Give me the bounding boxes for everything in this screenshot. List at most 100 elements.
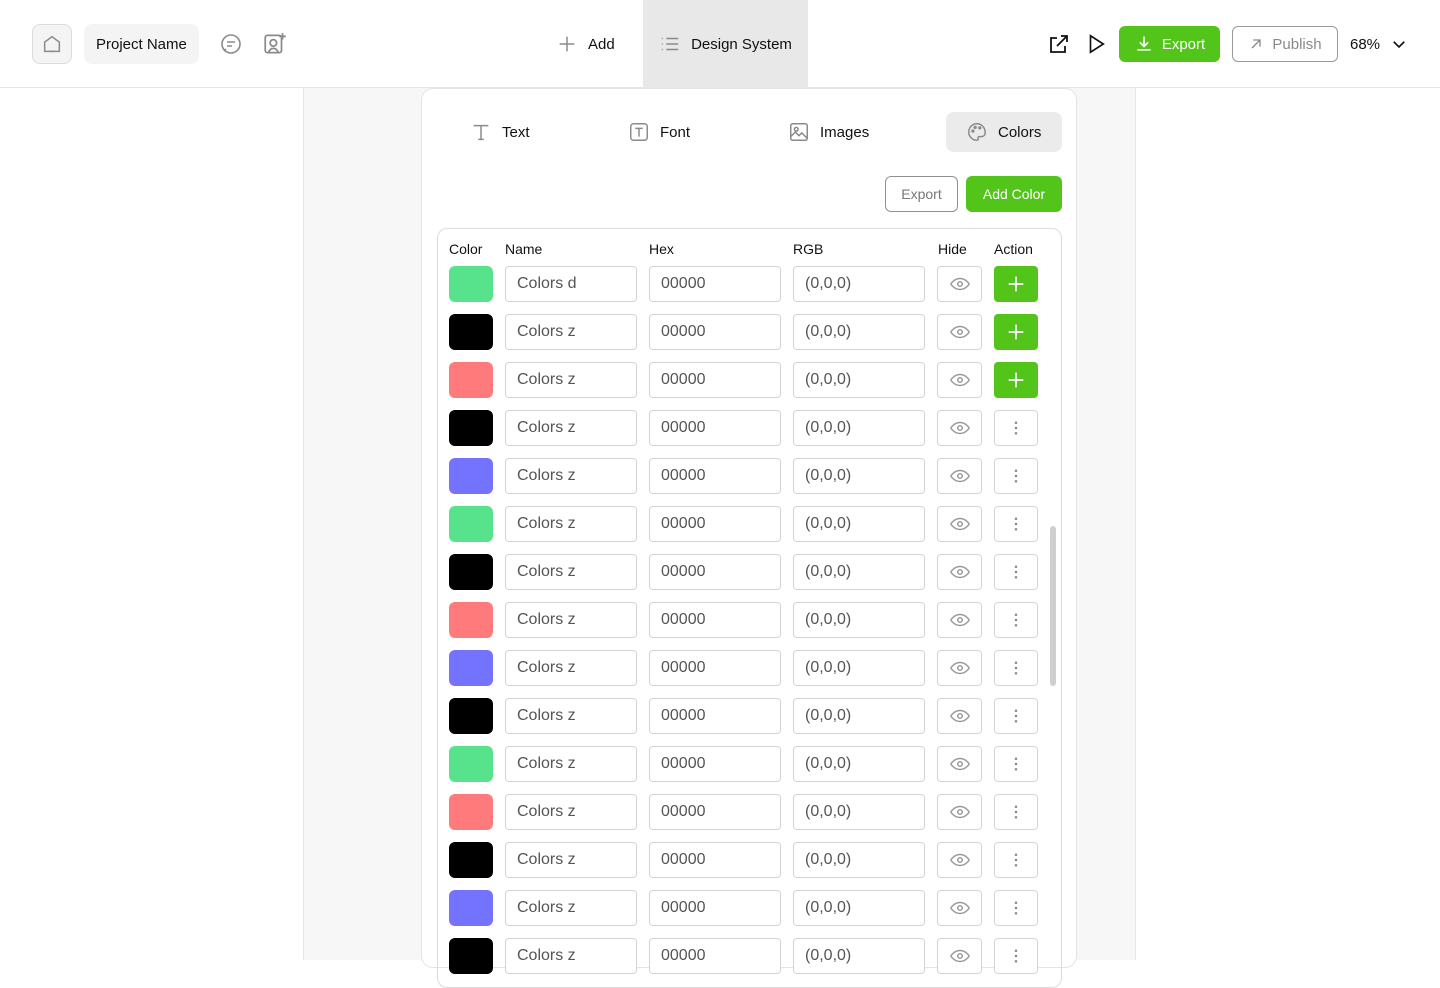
comment-button[interactable]: [217, 30, 245, 58]
rgb-field[interactable]: (0,0,0): [793, 890, 925, 926]
more-options-button[interactable]: [994, 842, 1038, 878]
hide-toggle-button[interactable]: [937, 794, 982, 830]
color-swatch[interactable]: [449, 314, 493, 350]
more-options-button[interactable]: [994, 746, 1038, 782]
project-name[interactable]: Project Name: [84, 24, 199, 64]
rgb-field[interactable]: (0,0,0): [793, 938, 925, 974]
hex-field[interactable]: 00000: [649, 362, 781, 398]
name-field[interactable]: Colors d: [505, 266, 637, 302]
hex-field[interactable]: 00000: [649, 458, 781, 494]
color-swatch[interactable]: [449, 650, 493, 686]
hide-toggle-button[interactable]: [937, 554, 982, 590]
design-system-tab[interactable]: Design System: [643, 0, 808, 88]
zoom-dropdown[interactable]: 68%: [1350, 30, 1408, 58]
name-field[interactable]: Colors z: [505, 938, 637, 974]
preview-button[interactable]: [1082, 30, 1110, 58]
rgb-field[interactable]: (0,0,0): [793, 650, 925, 686]
name-field[interactable]: Colors z: [505, 890, 637, 926]
color-swatch[interactable]: [449, 362, 493, 398]
color-swatch[interactable]: [449, 890, 493, 926]
hide-toggle-button[interactable]: [937, 314, 982, 350]
rgb-field[interactable]: (0,0,0): [793, 794, 925, 830]
tab-font[interactable]: Font: [628, 112, 738, 152]
tab-colors[interactable]: Colors: [946, 112, 1062, 152]
add-user-button[interactable]: [261, 30, 289, 58]
rgb-field[interactable]: (0,0,0): [793, 602, 925, 638]
open-external-button[interactable]: [1045, 30, 1073, 58]
add-row-button[interactable]: [994, 266, 1038, 302]
color-swatch[interactable]: [449, 698, 493, 734]
color-swatch[interactable]: [449, 602, 493, 638]
more-options-button[interactable]: [994, 410, 1038, 446]
rgb-field[interactable]: (0,0,0): [793, 698, 925, 734]
name-field[interactable]: Colors z: [505, 554, 637, 590]
more-options-button[interactable]: [994, 698, 1038, 734]
hide-toggle-button[interactable]: [937, 506, 982, 542]
hide-toggle-button[interactable]: [937, 746, 982, 782]
color-swatch[interactable]: [449, 506, 493, 542]
rgb-field[interactable]: (0,0,0): [793, 314, 925, 350]
scrollbar[interactable]: [1050, 526, 1056, 686]
rgb-field[interactable]: (0,0,0): [793, 554, 925, 590]
hex-field[interactable]: 00000: [649, 890, 781, 926]
hex-field[interactable]: 00000: [649, 410, 781, 446]
color-swatch[interactable]: [449, 410, 493, 446]
rgb-field[interactable]: (0,0,0): [793, 458, 925, 494]
rgb-field[interactable]: (0,0,0): [793, 746, 925, 782]
name-field[interactable]: Colors z: [505, 698, 637, 734]
rgb-field[interactable]: (0,0,0): [793, 842, 925, 878]
hide-toggle-button[interactable]: [937, 458, 982, 494]
hex-field[interactable]: 00000: [649, 746, 781, 782]
rgb-field[interactable]: (0,0,0): [793, 506, 925, 542]
hex-field[interactable]: 00000: [649, 506, 781, 542]
color-swatch[interactable]: [449, 266, 493, 302]
name-field[interactable]: Colors z: [505, 362, 637, 398]
more-options-button[interactable]: [994, 890, 1038, 926]
name-field[interactable]: Colors z: [505, 506, 637, 542]
home-button[interactable]: [32, 24, 72, 64]
add-row-button[interactable]: [994, 362, 1038, 398]
hex-field[interactable]: 00000: [649, 266, 781, 302]
hex-field[interactable]: 00000: [649, 698, 781, 734]
hex-field[interactable]: 00000: [649, 314, 781, 350]
hide-toggle-button[interactable]: [937, 362, 982, 398]
hide-toggle-button[interactable]: [937, 410, 982, 446]
color-swatch[interactable]: [449, 458, 493, 494]
hex-field[interactable]: 00000: [649, 602, 781, 638]
add-row-button[interactable]: [994, 314, 1038, 350]
hex-field[interactable]: 00000: [649, 794, 781, 830]
rgb-field[interactable]: (0,0,0): [793, 362, 925, 398]
color-swatch[interactable]: [449, 842, 493, 878]
hex-field[interactable]: 00000: [649, 554, 781, 590]
name-field[interactable]: Colors z: [505, 746, 637, 782]
color-swatch[interactable]: [449, 794, 493, 830]
more-options-button[interactable]: [994, 554, 1038, 590]
name-field[interactable]: Colors z: [505, 842, 637, 878]
hide-toggle-button[interactable]: [937, 650, 982, 686]
name-field[interactable]: Colors z: [505, 794, 637, 830]
name-field[interactable]: Colors z: [505, 410, 637, 446]
color-swatch[interactable]: [449, 554, 493, 590]
add-button[interactable]: Add: [556, 28, 615, 60]
tab-text[interactable]: Text: [470, 112, 580, 152]
name-field[interactable]: Colors z: [505, 458, 637, 494]
hex-field[interactable]: 00000: [649, 650, 781, 686]
name-field[interactable]: Colors z: [505, 650, 637, 686]
more-options-button[interactable]: [994, 938, 1038, 974]
hide-toggle-button[interactable]: [937, 266, 982, 302]
export-button[interactable]: Export: [1119, 26, 1220, 62]
tab-images[interactable]: Images: [788, 112, 908, 152]
more-options-button[interactable]: [994, 506, 1038, 542]
name-field[interactable]: Colors z: [505, 602, 637, 638]
add-color-button[interactable]: Add Color: [966, 176, 1062, 212]
hex-field[interactable]: 00000: [649, 938, 781, 974]
hide-toggle-button[interactable]: [937, 698, 982, 734]
name-field[interactable]: Colors z: [505, 314, 637, 350]
color-swatch[interactable]: [449, 746, 493, 782]
rgb-field[interactable]: (0,0,0): [793, 410, 925, 446]
rgb-field[interactable]: (0,0,0): [793, 266, 925, 302]
more-options-button[interactable]: [994, 650, 1038, 686]
export-colors-button[interactable]: Export: [885, 176, 958, 212]
publish-button[interactable]: Publish: [1232, 26, 1338, 62]
hide-toggle-button[interactable]: [937, 602, 982, 638]
